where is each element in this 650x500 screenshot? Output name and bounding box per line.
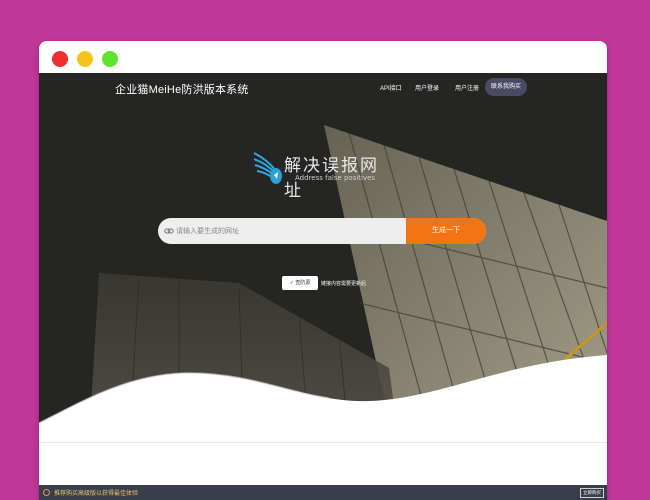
wing-logo-icon: [253, 152, 282, 184]
buy-now-button[interactable]: 立即购买: [580, 488, 604, 498]
url-search-bar: 生成一下: [158, 218, 486, 244]
contact-purchase-button[interactable]: 联系我购买: [485, 78, 527, 96]
logo-subtitle: Address false positives: [295, 174, 376, 182]
nav-login-link[interactable]: 用户登录: [415, 83, 439, 92]
url-input[interactable]: [176, 218, 402, 244]
title-bar: [39, 41, 607, 73]
link-icon: [164, 228, 174, 234]
content-divider: [39, 442, 607, 443]
info-icon: [43, 489, 50, 496]
site-logo: 解决误报网址 Address false positives: [252, 151, 382, 201]
checkbox-note: 链接内容需要更新后: [321, 281, 367, 287]
site-brand[interactable]: 企业猫MeiHe防洪版本系统: [115, 81, 249, 97]
nav-api-link[interactable]: API接口: [380, 83, 402, 92]
anti-redirect-checkbox[interactable]: ✓ 查防源: [282, 276, 318, 290]
promo-bar: 推荐购买高级版以获得最佳体验 立即购买: [39, 485, 607, 500]
generate-button[interactable]: 生成一下: [406, 218, 486, 244]
browser-window: 企业猫MeiHe防洪版本系统 API接口 用户登录 用户注册 联系我购买 解决误…: [39, 41, 607, 500]
minimize-window-button[interactable]: [77, 51, 93, 67]
maximize-window-button[interactable]: [102, 51, 118, 67]
promo-text: 推荐购买高级版以获得最佳体验: [54, 491, 139, 497]
hero-background-image: [39, 73, 607, 443]
close-window-button[interactable]: [52, 51, 68, 67]
nav-register-link[interactable]: 用户注册: [455, 83, 479, 92]
hero-section: 企业猫MeiHe防洪版本系统 API接口 用户登录 用户注册 联系我购买 解决误…: [39, 73, 607, 443]
